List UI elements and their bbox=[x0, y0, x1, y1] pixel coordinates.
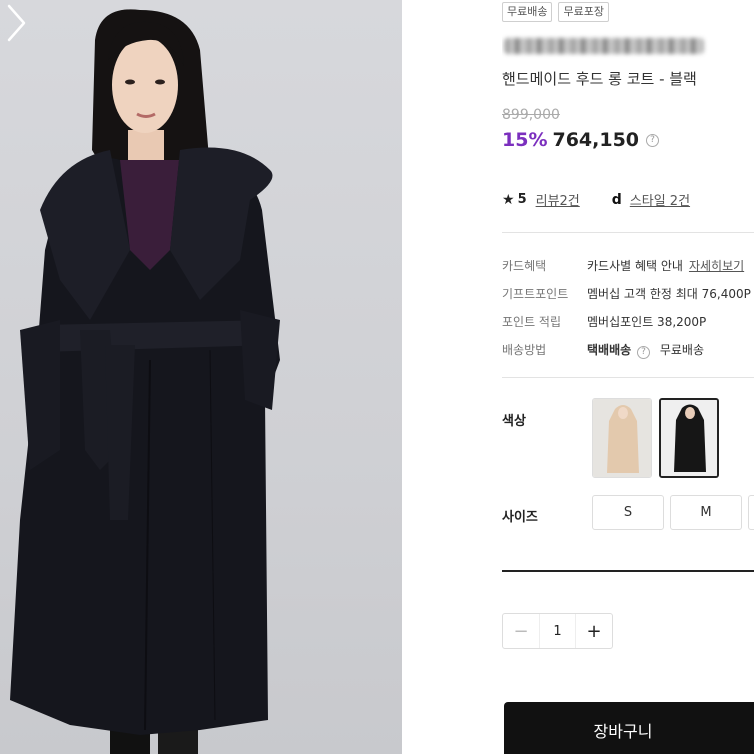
color-swatch-beige[interactable] bbox=[592, 398, 652, 478]
price-help-icon[interactable]: ? bbox=[646, 133, 660, 147]
shipping-method: 택배배송 bbox=[587, 343, 632, 357]
badge-group: 무료배송 무료포장 bbox=[502, 2, 609, 22]
spec-row-gift-point: 기프트포인트 멤버십 고객 한정 최대 76,400P bbox=[502, 285, 751, 302]
size-button-m[interactable]: M bbox=[670, 495, 742, 530]
size-button-s[interactable]: S bbox=[592, 495, 664, 530]
card-benefit-text: 카드사별 혜택 안내 bbox=[587, 259, 683, 273]
color-option-label: 색상 bbox=[502, 414, 526, 429]
spec-value: 택배배송 ? 무료배송 bbox=[587, 341, 704, 359]
sale-price: 764,150 bbox=[552, 129, 640, 151]
quantity-plus-button[interactable]: + bbox=[576, 614, 612, 648]
spec-row-point: 포인트 적립 멤버십포인트 38,200P bbox=[502, 313, 706, 330]
style-icon: d bbox=[611, 191, 622, 208]
size-option-label: 사이즈 bbox=[502, 510, 538, 525]
rating-score: 5 bbox=[517, 192, 527, 207]
spec-label: 기프트포인트 bbox=[502, 287, 569, 301]
add-to-cart-button[interactable]: 장바구니 bbox=[504, 702, 754, 754]
divider bbox=[502, 377, 754, 378]
star-icon: ★ bbox=[502, 191, 515, 208]
original-price: 899,000 bbox=[502, 107, 560, 123]
quantity-stepper: − 1 + bbox=[502, 613, 613, 649]
spec-row-card: 카드혜택 카드사별 혜택 안내 자세히보기 bbox=[502, 257, 744, 274]
discount-rate: 15% bbox=[502, 129, 548, 151]
spec-row-shipping: 배송방법 택배배송 ? 무료배송 bbox=[502, 341, 704, 359]
free-wrapping-badge: 무료포장 bbox=[558, 2, 609, 22]
divider bbox=[502, 570, 754, 572]
spec-value: 멤버십 고객 한정 최대 76,400P bbox=[587, 287, 751, 301]
spec-value: 카드사별 혜택 안내 자세히보기 bbox=[587, 257, 744, 274]
spec-value: 멤버십포인트 38,200P bbox=[587, 315, 707, 329]
free-shipping-badge: 무료배송 bbox=[502, 2, 553, 22]
card-details-link[interactable]: 자세히보기 bbox=[689, 259, 744, 273]
product-main-image[interactable] bbox=[0, 0, 402, 754]
spec-label: 카드혜택 bbox=[502, 259, 547, 273]
chevron-right-icon[interactable] bbox=[0, 0, 32, 46]
product-info-panel: 무료배송 무료포장 핸드메이드 후드 롱 코트 - 블랙 899,000 15%… bbox=[502, 0, 754, 754]
brand-name-blurred[interactable] bbox=[504, 38, 704, 54]
rating-row: ★ 5 리뷰2건 d 스타일 2건 bbox=[502, 190, 690, 210]
quantity-minus-button[interactable]: − bbox=[503, 614, 539, 648]
shipping-help-icon[interactable]: ? bbox=[637, 346, 650, 359]
spec-label: 포인트 적립 bbox=[502, 315, 562, 329]
product-title: 핸드메이드 후드 롱 코트 - 블랙 bbox=[502, 70, 697, 88]
divider bbox=[502, 232, 754, 233]
color-swatch-black[interactable] bbox=[659, 398, 719, 478]
reviews-link[interactable]: 리뷰2건 bbox=[536, 190, 580, 209]
sale-price-row: 15% 764,150 ? bbox=[502, 129, 660, 151]
style-link[interactable]: 스타일 2건 bbox=[630, 190, 690, 209]
model-coat-illustration bbox=[10, 9, 280, 754]
spec-label: 배송방법 bbox=[502, 343, 547, 357]
shipping-fee: 무료배송 bbox=[659, 343, 704, 357]
quantity-value[interactable]: 1 bbox=[539, 614, 576, 648]
size-button-partial[interactable] bbox=[748, 495, 754, 530]
